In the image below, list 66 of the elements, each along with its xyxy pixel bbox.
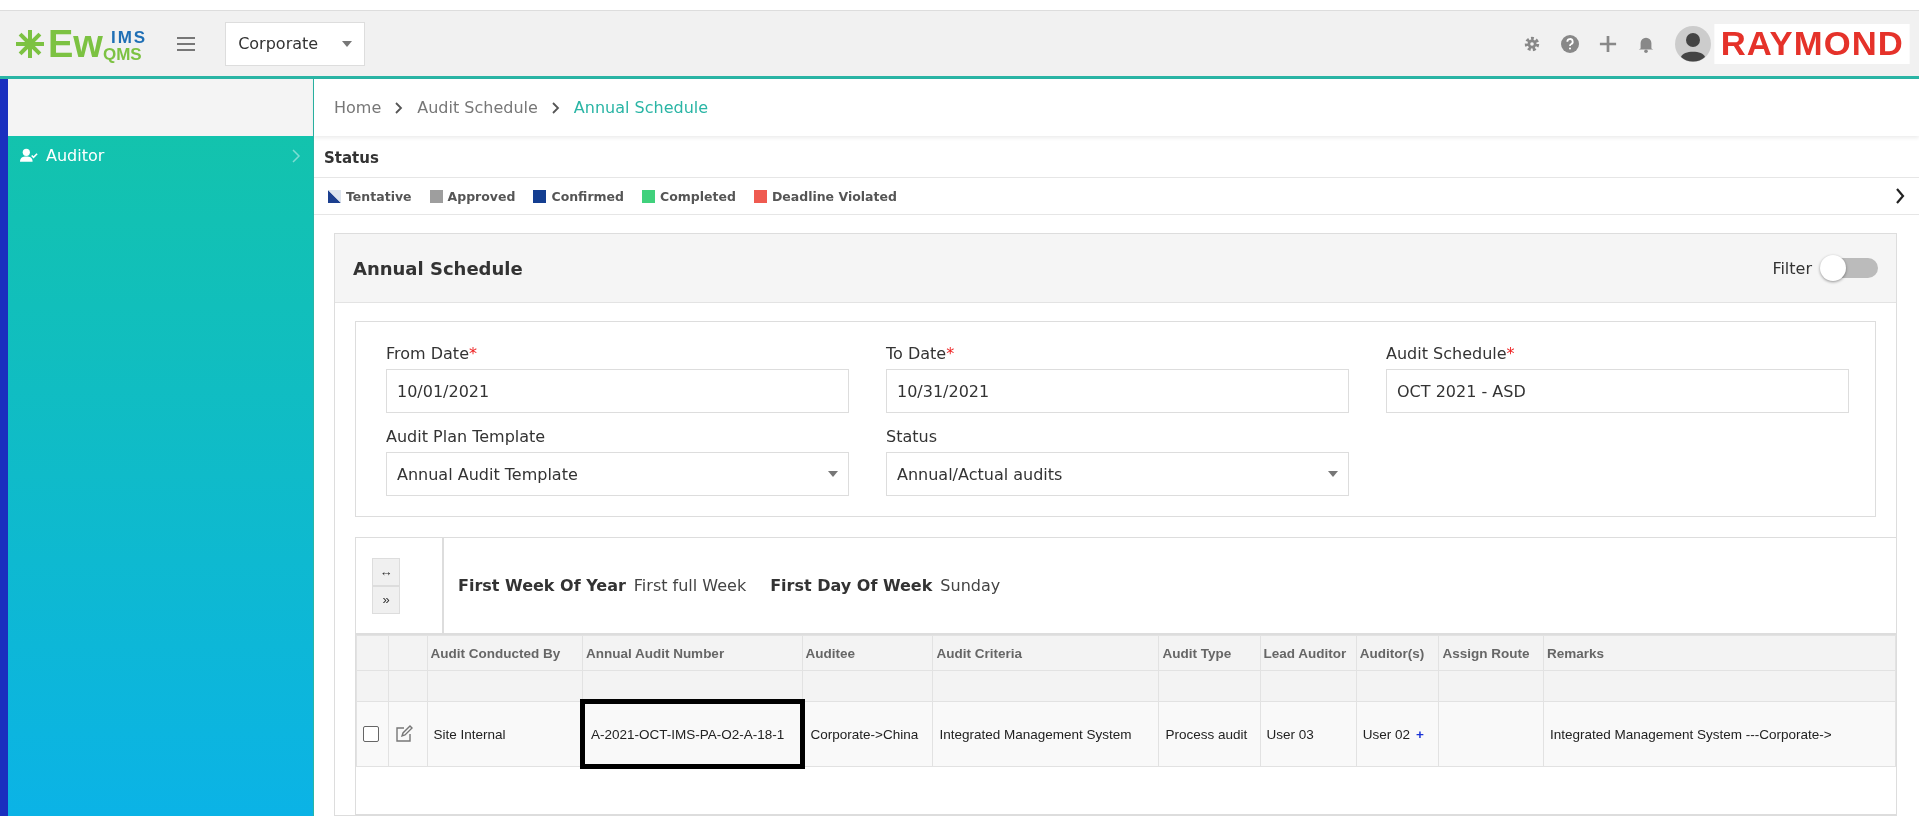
column-header: Auditee <box>802 635 933 671</box>
field-label: Audit Schedule* <box>1386 344 1516 363</box>
dropdown-field[interactable]: Annual/Actual audits <box>886 452 1349 496</box>
logo-text: IMS <box>109 28 148 46</box>
field-label: Status <box>886 427 938 446</box>
breadcrumb-link[interactable]: Audit Schedule <box>417 98 538 117</box>
legend-label: Deadline Violated <box>771 188 897 204</box>
column-header: Audit Type <box>1158 635 1261 671</box>
caret-icon <box>1328 471 1338 477</box>
table-cell: Process audit <box>1158 701 1261 767</box>
table-cell: Corporate->China <box>802 701 933 767</box>
plus-icon[interactable] <box>1598 34 1617 53</box>
table-cell: A-2021-OCT-IMS-PA-O2-A-18-1 <box>582 701 803 767</box>
table-cell: Integrated Management System <box>932 701 1159 767</box>
legend-label: Approved <box>447 188 516 204</box>
dropdown-field[interactable]: Annual Audit Template <box>386 452 849 496</box>
table-cell: Integrated Management System ---Corporate-> <box>1543 701 1896 767</box>
filter-label: Filter <box>1772 258 1812 278</box>
input-field[interactable]: 10/01/2021 <box>386 369 849 413</box>
info-value: First full Week <box>633 576 747 595</box>
column-header: Audit Criteria <box>932 635 1159 671</box>
legend-label: Tentative <box>346 188 412 204</box>
column-header: Annual Audit Number <box>582 635 803 671</box>
chevron-right-icon <box>291 148 301 163</box>
input-field[interactable]: 10/31/2021 <box>886 369 1349 413</box>
legend-label: Completed <box>660 188 736 204</box>
logo-text: QMS <box>102 45 143 63</box>
info-value: Sunday <box>940 576 1001 595</box>
checkbox[interactable] <box>363 726 379 742</box>
breadcrumb-link[interactable]: Home <box>334 98 382 117</box>
section-title: Status <box>314 136 1919 178</box>
caret-icon <box>828 471 838 477</box>
settings-icon[interactable] <box>1522 34 1541 53</box>
toolbar-button[interactable]: ↔ <box>372 557 400 586</box>
menu-icon[interactable] <box>177 36 196 51</box>
add-link[interactable]: + <box>1415 726 1424 742</box>
edit-icon[interactable] <box>394 725 413 743</box>
brand-logo: RAYMOND <box>1713 23 1910 64</box>
toolbar-button[interactable]: » <box>372 585 400 614</box>
info-label: First Week Of Year <box>458 576 626 595</box>
column-header: Audit Conducted By <box>427 635 583 671</box>
info-label: First Day Of Week <box>770 576 933 595</box>
column-header: Assign Route <box>1438 635 1544 671</box>
legend-label: Confirmed <box>551 188 624 204</box>
chevron-right-icon <box>395 101 404 114</box>
chevron-right-icon[interactable] <box>1895 188 1905 204</box>
chevron-right-icon <box>551 101 560 114</box>
column-header: Auditor(s) <box>1356 635 1439 671</box>
site-dropdown[interactable]: Corporate <box>225 21 366 66</box>
caret-icon <box>342 40 353 47</box>
table-cell: User 03 <box>1260 701 1357 767</box>
column-header: Lead Auditor <box>1260 635 1357 671</box>
help-icon[interactable] <box>1560 34 1579 53</box>
field-label: From Date* <box>386 344 478 363</box>
input-field[interactable]: OCT 2021 - ASD <box>1386 369 1849 413</box>
user-check-icon <box>20 148 38 163</box>
filter-toggle[interactable] <box>1822 258 1878 278</box>
field-label: To Date* <box>886 344 956 363</box>
logo-text: Ew <box>48 24 103 63</box>
avatar-icon[interactable] <box>1674 25 1711 62</box>
table-cell: User 02 + <box>1356 701 1439 767</box>
table-cell: Site Internal <box>427 701 583 767</box>
field-label: Audit Plan Template <box>386 427 547 446</box>
sunburst-icon <box>14 27 46 60</box>
column-header: Remarks <box>1543 635 1896 671</box>
panel-title: Annual Schedule <box>353 257 523 279</box>
